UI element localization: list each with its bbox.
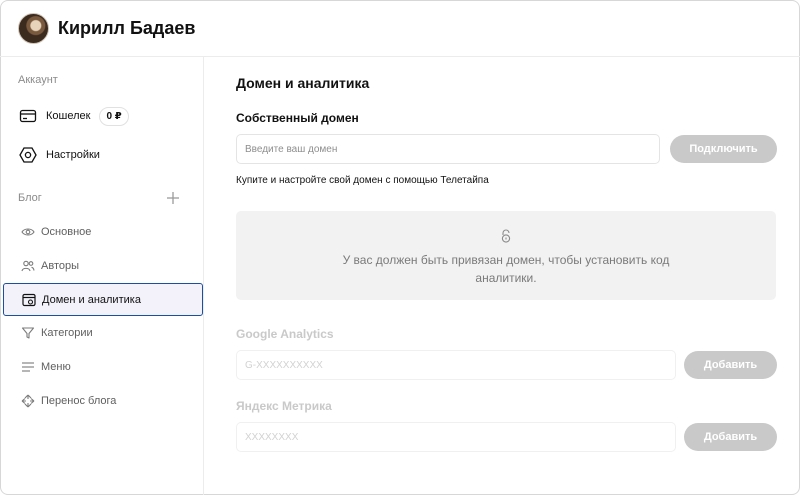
wallet-icon [18,106,38,126]
connect-domain-button[interactable]: Подключить [670,135,777,163]
page-title: Домен и аналитика [236,75,370,91]
sidebar-item-label: Домен и аналитика [42,293,141,306]
sidebar: Аккаунт Кошелек 0 ₽ Настройки Блог Основ… [0,57,204,495]
yandex-metrika-input[interactable] [236,422,676,452]
sidebar-item-label: Перенос блога [41,395,117,407]
sidebar-item-categories[interactable]: Категории [3,317,203,349]
avatar[interactable] [18,12,49,44]
profile-header: Кирилл Бадаев [0,0,800,57]
analytics-notice: У вас должен быть привязан домен, чтобы … [236,211,776,300]
sidebar-item-authors[interactable]: Авторы [3,250,203,282]
domain-icon [22,293,36,307]
menu-icon [21,360,35,374]
sidebar-item-wallet[interactable]: Кошелек 0 ₽ [18,104,129,128]
section-label-blog: Блог [18,192,42,204]
sidebar-item-label: Авторы [41,260,79,272]
balance-badge: 0 ₽ [99,106,129,126]
google-analytics-input[interactable] [236,350,676,380]
user-name: Кирилл Бадаев [58,17,196,38]
google-analytics-label: Google Analytics [236,327,334,341]
sidebar-item-domain-analytics[interactable]: Домен и аналитика [3,283,203,316]
add-yandex-metrika-button[interactable]: Добавить [684,423,777,451]
sidebar-item-menu[interactable]: Меню [3,351,203,383]
notice-text: У вас должен быть привязан домен, чтобы … [342,253,670,285]
lock-icon [501,229,511,243]
domain-input[interactable] [236,134,660,164]
plus-icon [167,192,179,204]
eye-icon [21,225,35,239]
settings-label: Настройки [46,149,100,161]
sidebar-item-blog-transfer[interactable]: Перенос блога [3,385,203,417]
section-label-account: Аккаунт [18,74,58,86]
own-domain-title: Собственный домен [236,111,359,125]
domain-hint: Купите и настройте свой домен с помощью … [236,175,489,186]
categories-icon [21,326,35,340]
add-google-analytics-button[interactable]: Добавить [684,351,777,379]
settings-icon [18,145,38,165]
yandex-metrika-label: Яндекс Метрика [236,399,332,413]
users-icon [21,259,35,273]
sidebar-item-label: Категории [41,327,93,339]
sidebar-item-label: Основное [41,226,92,238]
main-content: Домен и аналитика Собственный домен Подк… [205,57,800,495]
sidebar-item-label: Меню [41,361,71,373]
sidebar-item-settings[interactable]: Настройки [18,143,100,167]
add-blog-button[interactable] [164,189,182,207]
wallet-label: Кошелек [46,110,91,122]
sidebar-item-general[interactable]: Основное [3,216,203,248]
transfer-icon [21,394,35,408]
